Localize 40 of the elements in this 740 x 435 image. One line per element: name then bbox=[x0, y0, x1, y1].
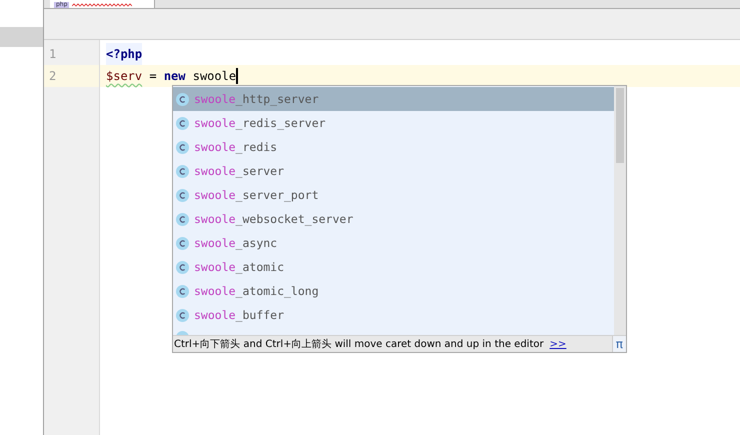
class-icon bbox=[176, 164, 189, 178]
class-icon bbox=[176, 140, 189, 154]
class-icon bbox=[176, 116, 189, 130]
line-number: 1 bbox=[48, 46, 58, 63]
completion-text: swoole_server_port bbox=[194, 188, 319, 202]
class-icon bbox=[176, 236, 189, 250]
completion-text: swoole_redis_server bbox=[194, 116, 326, 130]
completion-text: swoole_server bbox=[194, 164, 284, 178]
pi-button[interactable]: π bbox=[612, 336, 626, 352]
completion-text: swoole_redis bbox=[194, 140, 278, 154]
completion-item[interactable]: swoole_server_port bbox=[173, 183, 614, 207]
class-icon bbox=[176, 308, 189, 322]
completion-item[interactable]: swoole_async bbox=[173, 231, 614, 255]
completion-item[interactable]: swoole_redis_server bbox=[173, 111, 614, 135]
completion-text: swoole_websocket_server bbox=[194, 212, 354, 226]
completion-text: swoole_atomic bbox=[194, 260, 284, 274]
scrollbar[interactable] bbox=[614, 86, 626, 335]
completion-item[interactable]: swoole_websocket_server bbox=[173, 207, 614, 231]
completion-item[interactable]: swoole_atomic bbox=[173, 255, 614, 279]
completion-item[interactable]: swoole_redis bbox=[173, 135, 614, 159]
completion-text: swoole_atomic_long bbox=[194, 284, 319, 298]
class-icon bbox=[176, 260, 189, 274]
completion-item[interactable]: swoole_buffer bbox=[173, 303, 614, 327]
class-icon bbox=[176, 92, 189, 106]
completion-item[interactable]: swoole_atomic_long bbox=[173, 279, 614, 303]
completion-text: swoole_http_server bbox=[194, 92, 319, 106]
error-underline-icon bbox=[72, 3, 132, 7]
completion-item[interactable]: swoole_http_server bbox=[173, 87, 614, 111]
line-number: 2 bbox=[44, 65, 99, 87]
completion-text: swoole_async bbox=[194, 236, 278, 250]
completion-text: swoole_buffer bbox=[194, 308, 284, 322]
class-icon bbox=[176, 284, 189, 298]
scrollbar-thumb[interactable] bbox=[616, 88, 624, 163]
text-caret bbox=[236, 68, 238, 84]
class-icon bbox=[176, 212, 189, 226]
code-line: <?php bbox=[100, 43, 740, 65]
completion-item[interactable]: swoole_server bbox=[173, 159, 614, 183]
hint-text: Ctrl+向下箭头 and Ctrl+向上箭头 will move caret down and up in the editor bbox=[174, 338, 544, 351]
more-link[interactable]: >> bbox=[550, 338, 566, 350]
class-icon bbox=[176, 188, 189, 202]
